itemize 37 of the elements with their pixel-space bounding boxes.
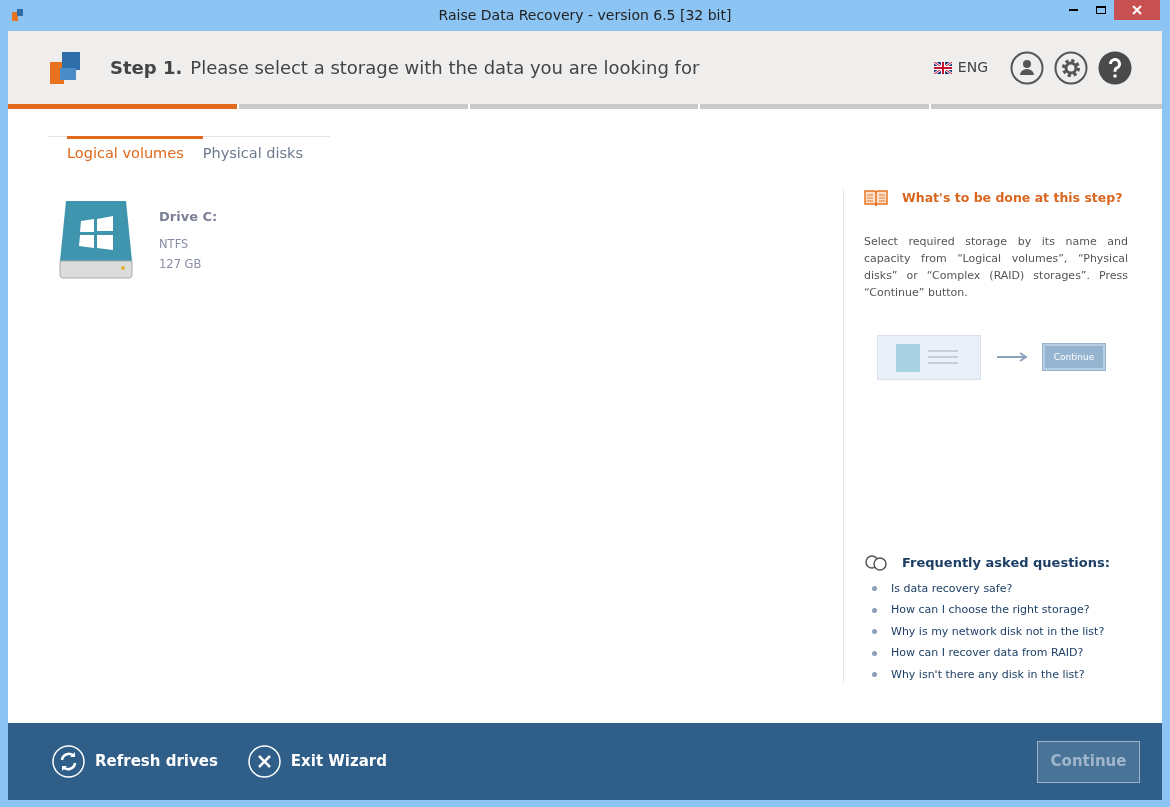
- bullet-icon: [872, 650, 877, 656]
- drive-size: 127 GB: [159, 255, 203, 273]
- faq-heading: Frequently asked questions:: [902, 554, 1110, 572]
- refresh-icon: [52, 745, 85, 778]
- open-book-icon: [864, 189, 888, 208]
- drive-icon[interactable]: [58, 198, 134, 279]
- drive-filesystem: NTFS: [159, 236, 190, 254]
- settings-icon[interactable]: [1054, 50, 1088, 85]
- app-icon: [10, 7, 26, 23]
- faq-link[interactable]: Is data recovery safe?: [891, 580, 1013, 597]
- faq-link[interactable]: Why is my network disk not in the list?: [891, 623, 1105, 640]
- close-icon: [1132, 5, 1142, 15]
- faq-link[interactable]: How can I choose the right storage?: [891, 602, 1090, 619]
- language-selector[interactable]: ENG: [957, 57, 988, 78]
- step-instruction: Please select a storage with the data you are looking for: [190, 56, 700, 80]
- bullet-icon: [872, 629, 877, 635]
- exit-wizard-button[interactable]: Exit Wizard: [247, 745, 387, 778]
- drive-name: Drive C:: [159, 207, 218, 226]
- help-icon[interactable]: [1098, 50, 1132, 85]
- right-arrow-icon: [997, 352, 1029, 363]
- tab[interactable]: Physical disks: [202, 136, 304, 165]
- faq-link[interactable]: How can I recover data from RAID?: [891, 645, 1084, 662]
- refresh-drives-button[interactable]: Refresh drives: [52, 745, 218, 778]
- faq-link[interactable]: Why isn't there any disk in the list?: [891, 666, 1085, 683]
- chat-bubbles-icon: [864, 553, 888, 572]
- bullet-icon: [872, 607, 877, 613]
- help-heading: What's to be done at this step?: [902, 189, 1123, 207]
- close-circle-icon: [247, 745, 281, 778]
- account-icon[interactable]: [1010, 50, 1044, 85]
- step-number: Step 1.: [110, 56, 183, 80]
- uk-flag-icon: [933, 61, 952, 74]
- window-title: Raise Data Recovery - version 6.5 [32 bit]: [438, 6, 732, 25]
- close-button[interactable]: [1114, 0, 1160, 20]
- bullet-icon: [872, 672, 877, 678]
- bullet-icon: [872, 586, 877, 592]
- tab[interactable]: Logical volumes: [67, 136, 203, 165]
- help-text: Select required storage by its name and capacity from “Logical volumes”, “Physical disks” or “Complex (RAID) storages”. Press “Continue” button.: [864, 233, 1128, 301]
